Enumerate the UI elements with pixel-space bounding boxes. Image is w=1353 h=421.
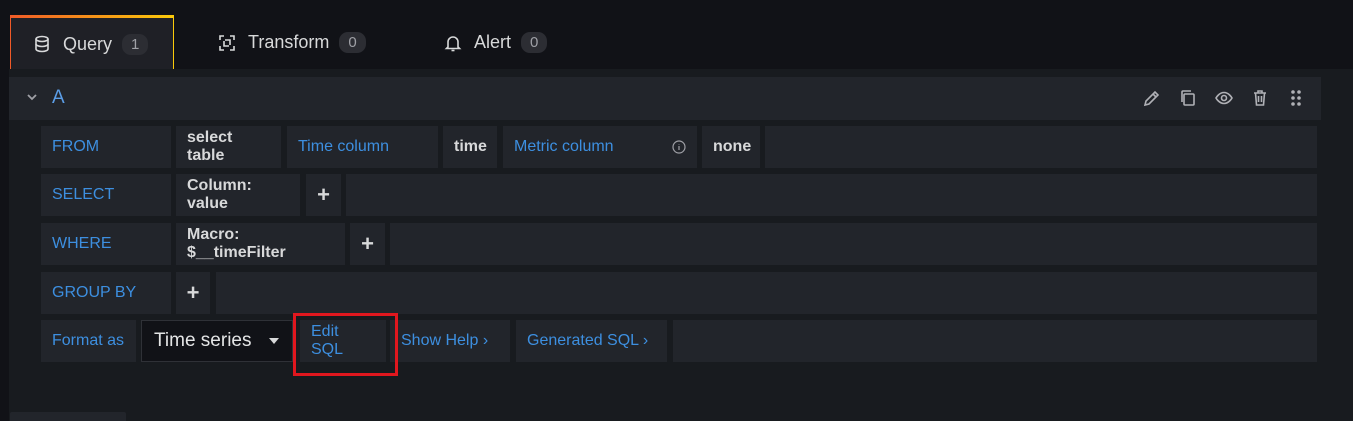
- eye-icon[interactable]: [1213, 87, 1235, 109]
- add-query-button[interactable]: [10, 412, 126, 421]
- metric-column-value[interactable]: none: [702, 126, 760, 168]
- highlight-box: [293, 313, 398, 376]
- tab-alert[interactable]: Alert 0: [444, 15, 548, 70]
- metric-column-text: Metric column: [514, 138, 614, 155]
- transform-icon: [218, 34, 236, 52]
- generated-sql-button[interactable]: Generated SQL ›: [516, 320, 667, 362]
- group-by-add-button[interactable]: +: [176, 272, 210, 314]
- info-icon[interactable]: [672, 140, 686, 154]
- caret-down-icon: [268, 337, 280, 345]
- format-as-value: Time series: [154, 330, 252, 351]
- tab-transform-count: 0: [339, 32, 366, 53]
- select-label: SELECT: [41, 174, 171, 216]
- metric-column-label: Metric column: [503, 126, 697, 168]
- format-as-select[interactable]: Time series: [141, 320, 293, 362]
- tab-query-label: Query: [63, 33, 113, 54]
- where-label: WHERE: [41, 223, 171, 265]
- tab-alert-label: Alert: [474, 32, 512, 52]
- select-table-button[interactable]: select table: [176, 126, 281, 168]
- from-row-filler: [765, 126, 1317, 168]
- trash-icon[interactable]: [1249, 87, 1271, 109]
- group-by-row-filler: [216, 272, 1317, 314]
- group-by-label: GROUP BY: [41, 272, 171, 314]
- query-row-header[interactable]: A: [9, 77, 1321, 120]
- select-row-filler: [346, 174, 1317, 216]
- where-add-button[interactable]: +: [350, 223, 385, 265]
- drag-handle-icon[interactable]: [1285, 87, 1307, 109]
- format-as-label: Format as: [41, 320, 136, 362]
- time-column-value[interactable]: time: [443, 126, 497, 168]
- from-label: FROM: [41, 126, 171, 168]
- bell-icon: [444, 34, 462, 52]
- edit-icon[interactable]: [1141, 87, 1163, 109]
- chevron-down-icon[interactable]: [25, 90, 39, 104]
- tab-transform-label: Transform: [248, 32, 330, 52]
- tab-transform[interactable]: Transform 0: [218, 15, 366, 70]
- where-row-filler: [390, 223, 1317, 265]
- select-add-button[interactable]: +: [306, 174, 341, 216]
- duplicate-icon[interactable]: [1177, 87, 1199, 109]
- query-actions: [1141, 87, 1307, 109]
- select-column-button[interactable]: Column: value: [176, 174, 300, 216]
- format-row-filler: [673, 320, 1317, 362]
- tab-query-count: 1: [122, 33, 149, 55]
- tab-alert-count: 0: [521, 32, 548, 53]
- where-macro-button[interactable]: Macro: $__timeFilter: [176, 223, 345, 265]
- query-tabs: Query 1 Transform 0 Alert 0: [0, 0, 1353, 70]
- tab-query[interactable]: Query 1: [10, 15, 174, 70]
- time-column-label: Time column: [287, 126, 438, 168]
- database-icon: [33, 35, 51, 53]
- show-help-button[interactable]: Show Help ›: [390, 320, 510, 362]
- query-name[interactable]: A: [52, 87, 65, 109]
